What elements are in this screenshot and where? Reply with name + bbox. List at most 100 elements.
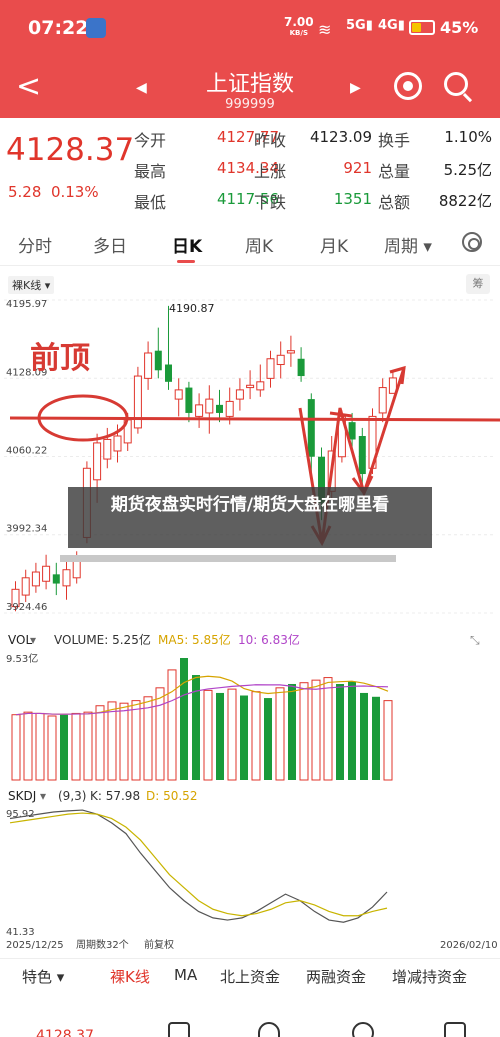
quote-value: 1351 [333, 190, 372, 208]
annotation-tick [329, 411, 353, 418]
back-icon[interactable]: < [16, 72, 41, 102]
candle-body [154, 350, 162, 371]
candle-body [378, 387, 387, 414]
volume-bar [336, 683, 344, 780]
tab-week-k[interactable]: 周K [245, 232, 273, 257]
trade-icon[interactable] [168, 1022, 190, 1037]
candle-body [72, 560, 81, 579]
ind-holding-change[interactable]: 增减持资金 [392, 966, 467, 987]
tab-day-k[interactable]: 日K [172, 232, 202, 257]
candle-body [256, 381, 265, 391]
volume-bar [275, 687, 285, 781]
quote-label: 总量 [378, 162, 411, 181]
tab-fenshi[interactable]: 分时 [18, 232, 52, 257]
volume-bar [323, 677, 333, 781]
volume-bar [299, 682, 309, 781]
y-tick-label: 3992.34 [6, 524, 47, 535]
tab-month-k[interactable]: 月K [320, 232, 348, 257]
quote-label: 今开 [134, 131, 167, 150]
wifi-icon: ≋ [318, 20, 332, 39]
expand-icon: ⤡ [470, 633, 480, 647]
vol-dropdown-icon: ▾ [30, 633, 36, 647]
ma10-value: 10: 6.83亿 [238, 632, 300, 647]
candle-body [225, 400, 234, 417]
article-title-overlay: 期货夜盘实时行情/期货大盘在哪里看 [68, 487, 432, 548]
skdj-params: (9,3) [58, 789, 86, 803]
candle-body [144, 352, 153, 379]
alert-bell-icon[interactable] [258, 1022, 280, 1037]
skdj-bottom: 41.33 [6, 927, 35, 938]
next-stock-icon[interactable]: ▶ [350, 80, 361, 96]
app-notification-icon [86, 18, 106, 38]
active-tab-indicator [177, 260, 195, 263]
candle-body [297, 358, 305, 377]
vol-label: VOL [8, 633, 32, 647]
quote-label: 昨收 [254, 131, 287, 150]
bottom-price: 4128.37 [36, 1028, 94, 1037]
quote-label: 最高 [134, 162, 167, 181]
candle-body [205, 398, 214, 414]
ind-northbound[interactable]: 北上资金 [220, 966, 280, 987]
chart-settings-icon[interactable] [462, 232, 482, 252]
candle-body [185, 387, 193, 413]
kline-chart[interactable]: 4195.974128.094060.223992.343924.46 4190… [0, 268, 500, 958]
candle-body [307, 399, 315, 457]
candle-body [165, 364, 172, 382]
candle-body [62, 569, 71, 587]
ind-luok[interactable]: 裸K线 [110, 966, 150, 987]
ind-margin[interactable]: 两融资金 [306, 966, 366, 987]
current-price: 4128.37 [6, 132, 135, 168]
ma5-value: MA5: 5.85亿 [158, 632, 231, 647]
candle-body [42, 565, 51, 582]
add-watchlist-icon[interactable] [352, 1022, 374, 1037]
volume-bar [155, 687, 165, 781]
volume-bar [288, 683, 296, 780]
vol-value: VOLUME: 5.25亿 [54, 632, 151, 647]
page-title: 上证指数 [205, 72, 294, 97]
volume-bar [47, 715, 57, 781]
candle-body [52, 574, 60, 584]
volume-bar [216, 692, 224, 780]
scroll-bar [60, 555, 396, 562]
candle-body [286, 350, 295, 354]
battery-icon [409, 20, 435, 35]
candle-body [21, 577, 30, 596]
volume-bar [119, 702, 129, 781]
candle-body [113, 435, 122, 452]
assistant-icon[interactable] [394, 72, 422, 100]
volume-bar [71, 712, 81, 781]
volume-bar [251, 691, 261, 781]
y-tick-label: 4060.22 [6, 445, 47, 456]
y-tick-label: 3924.46 [6, 602, 47, 613]
period-tabs: 分时 多日 日K 周K 月K 周期 ▾ [0, 222, 500, 266]
quote-label: 下跌 [254, 193, 287, 212]
bottom-nav: 4128.37 [0, 1010, 500, 1037]
skdj-label: SKDJ [8, 789, 36, 803]
adjust-mode: 前复权 [144, 938, 174, 951]
ind-ma[interactable]: MA [174, 966, 197, 984]
annotation-neckline [9, 416, 500, 422]
date-start: 2025/12/25 [6, 940, 64, 951]
more-icon[interactable] [444, 1022, 466, 1037]
search-icon[interactable] [444, 72, 468, 96]
candle-body [103, 438, 112, 460]
volume-bar [383, 700, 393, 781]
week-count: 周期数32个 [76, 938, 129, 951]
signal-5g-icon: 5G▮ [346, 18, 373, 33]
tab-period[interactable]: 周期 ▾ [384, 232, 432, 257]
volume-bar [83, 711, 93, 781]
date-end: 2026/02/10 [440, 940, 498, 951]
skdj-k-line [9, 809, 388, 923]
volume-bar [11, 714, 21, 781]
volume-bar [167, 669, 177, 781]
tab-duori[interactable]: 多日 [93, 232, 127, 257]
candle-body [31, 571, 40, 587]
volume-bar [60, 714, 68, 780]
candle-body [216, 404, 223, 413]
prev-stock-icon[interactable]: ◀ [136, 80, 147, 96]
status-time: 07:22 [28, 17, 89, 39]
ind-tese[interactable]: 特色 ▾ [22, 966, 64, 987]
volume-bar [264, 698, 272, 780]
skdj-d-line [9, 812, 388, 917]
vol-axis-max: 9.53亿 [6, 652, 38, 665]
